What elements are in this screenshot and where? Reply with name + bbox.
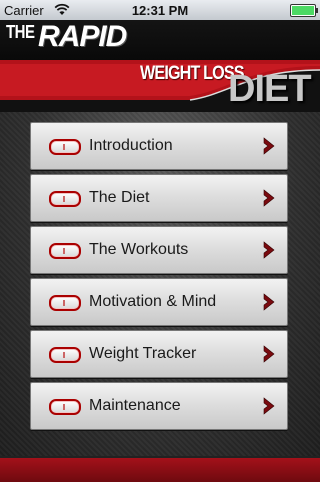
menu-item-label: The Diet xyxy=(89,189,150,206)
footer-bar xyxy=(0,456,320,482)
pill-icon xyxy=(49,191,81,207)
menu-item-label: The Workouts xyxy=(89,241,189,258)
status-bar: Carrier 12:31 PM xyxy=(0,0,320,20)
pill-icon xyxy=(49,139,81,155)
pill-icon xyxy=(49,347,81,363)
main-menu: Introduction The Diet The Workouts Motiv… xyxy=(30,122,288,434)
chevron-right-icon xyxy=(263,189,275,207)
menu-item-the-diet[interactable]: The Diet xyxy=(30,174,288,222)
chevron-right-icon xyxy=(263,397,275,415)
chevron-right-icon xyxy=(263,241,275,259)
main-content: Introduction The Diet The Workouts Motiv… xyxy=(0,112,320,456)
pill-icon xyxy=(49,243,81,259)
menu-item-introduction[interactable]: Introduction xyxy=(30,122,288,170)
menu-item-weight-tracker[interactable]: Weight Tracker xyxy=(30,330,288,378)
logo-the: THE xyxy=(6,22,35,43)
menu-item-the-workouts[interactable]: The Workouts xyxy=(30,226,288,274)
chevron-right-icon xyxy=(263,345,275,363)
clock: 12:31 PM xyxy=(131,3,189,18)
menu-item-label: Weight Tracker xyxy=(89,345,197,362)
menu-item-maintenance[interactable]: Maintenance xyxy=(30,382,288,430)
battery-icon xyxy=(290,4,318,17)
logo-rapid: RAPID xyxy=(38,20,127,53)
menu-item-motivation-mind[interactable]: Motivation & Mind xyxy=(30,278,288,326)
logo-diet: DIET xyxy=(228,68,312,110)
menu-item-label: Motivation & Mind xyxy=(89,293,217,310)
menu-item-label: Introduction xyxy=(89,137,173,154)
pill-icon xyxy=(49,399,81,415)
pill-icon xyxy=(49,295,81,311)
chevron-right-icon xyxy=(263,293,275,311)
menu-item-label: Maintenance xyxy=(89,397,181,414)
chevron-right-icon xyxy=(263,137,275,155)
app-header: THE RAPID WEIGHT LOSS DIET xyxy=(0,20,320,112)
